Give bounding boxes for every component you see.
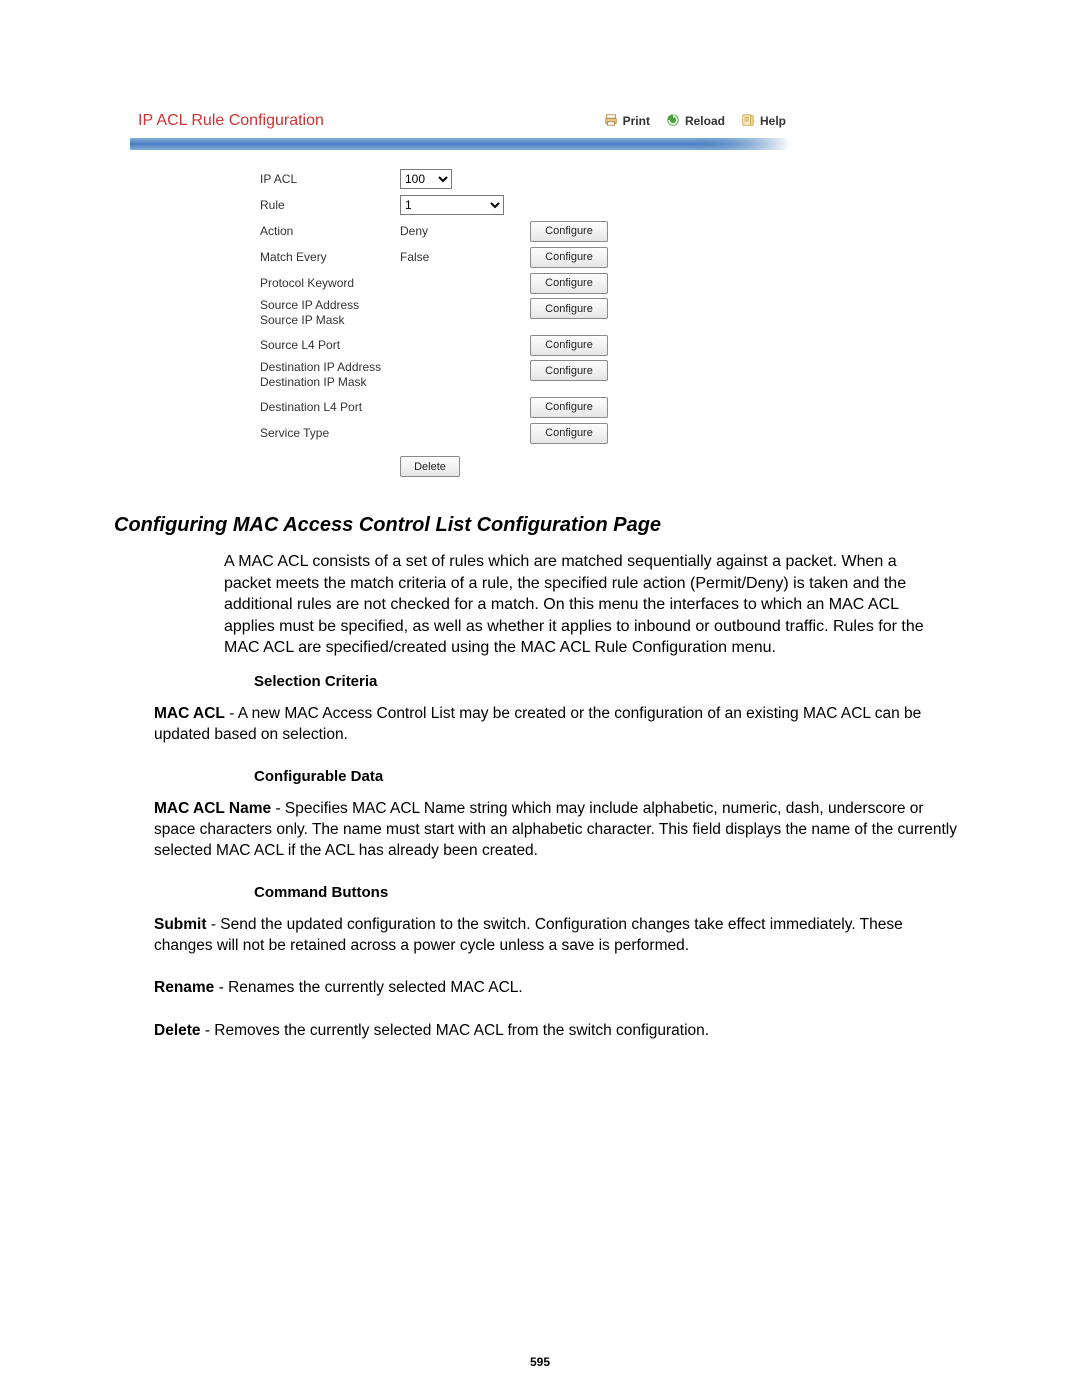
configure-button[interactable]: Configure xyxy=(530,335,608,356)
submit-bold: Submit xyxy=(154,916,207,933)
config-row-button-cell: Configure xyxy=(530,423,640,444)
mac-acl-body: - A new MAC Access Control List may be c… xyxy=(154,705,921,743)
reload-action[interactable]: Reload xyxy=(666,113,725,130)
config-row-label: Match Every xyxy=(260,250,400,265)
rule-label: Rule xyxy=(260,198,400,213)
config-row: ActionDenyConfigure xyxy=(260,218,790,244)
mac-acl-para: MAC ACL - A new MAC Access Control List … xyxy=(154,704,964,746)
selection-criteria-title: Selection Criteria xyxy=(254,673,964,690)
configure-button[interactable]: Configure xyxy=(530,423,608,444)
config-row-label: Action xyxy=(260,224,400,239)
config-row-value: False xyxy=(400,250,530,264)
config-row-button-cell: Configure xyxy=(530,298,640,319)
mac-acl-name-para: MAC ACL Name - Specifies MAC ACL Name st… xyxy=(154,799,964,862)
doc-heading: Configuring MAC Access Control List Conf… xyxy=(114,514,964,537)
rule-select[interactable]: 1 xyxy=(400,195,504,215)
ip-acl-select[interactable]: 100 xyxy=(400,169,452,189)
config-row-label: Destination L4 Port xyxy=(260,400,400,415)
configure-button[interactable]: Configure xyxy=(530,221,608,242)
panel-actions: Print Reload Help xyxy=(604,113,786,130)
config-row-label: Source IP AddressSource IP Mask xyxy=(260,298,400,328)
config-row: Service Type Configure xyxy=(260,420,790,446)
rule-value-cell: 1 xyxy=(400,195,530,215)
reload-label: Reload xyxy=(685,114,725,128)
mac-acl-name-bold: MAC ACL Name xyxy=(154,800,271,817)
command-buttons-title: Command Buttons xyxy=(254,884,964,901)
rename-para: Rename - Renames the currently selected … xyxy=(154,978,964,999)
config-row-label: Destination IP AddressDestination IP Mas… xyxy=(260,360,400,390)
row-ip-acl: IP ACL 100 xyxy=(260,166,790,192)
panel-title: IP ACL Rule Configuration xyxy=(138,112,324,130)
help-label: Help xyxy=(760,114,786,128)
doc-intro: A MAC ACL consists of a set of rules whi… xyxy=(224,551,944,659)
config-row: Destination L4 Port Configure xyxy=(260,394,790,420)
config-row: Protocol Keyword Configure xyxy=(260,270,790,296)
help-icon xyxy=(741,113,755,130)
row-rule: Rule 1 xyxy=(260,192,790,218)
configure-button[interactable]: Configure xyxy=(530,247,608,268)
config-panel: IP ACL Rule Configuration Print Reload xyxy=(130,108,790,489)
config-row: Match EveryFalseConfigure xyxy=(260,244,790,270)
print-action[interactable]: Print xyxy=(604,113,650,130)
page-number: 595 xyxy=(0,1355,1080,1369)
config-row-button-cell: Configure xyxy=(530,397,640,418)
ip-acl-value-cell: 100 xyxy=(400,169,530,189)
rename-body: - Renames the currently selected MAC ACL… xyxy=(214,979,522,996)
config-row: Source IP AddressSource IP Mask Configure xyxy=(260,296,790,332)
config-row: Destination IP AddressDestination IP Mas… xyxy=(260,358,790,394)
config-row-label: Source L4 Port xyxy=(260,338,400,353)
delete-bold: Delete xyxy=(154,1022,201,1039)
mac-acl-bold: MAC ACL xyxy=(154,705,225,722)
mac-acl-name-body: - Specifies MAC ACL Name string which ma… xyxy=(154,800,957,859)
panel-header: IP ACL Rule Configuration Print Reload xyxy=(130,108,790,138)
config-row-label: Protocol Keyword xyxy=(260,276,400,291)
panel-separator-bar xyxy=(130,138,790,150)
rename-bold: Rename xyxy=(154,979,214,996)
submit-para: Submit - Send the updated configuration … xyxy=(154,915,964,957)
submit-body: - Send the updated configuration to the … xyxy=(154,916,903,954)
config-row-button-cell: Configure xyxy=(530,273,640,294)
config-row-button-cell: Configure xyxy=(530,221,640,242)
configure-button[interactable]: Configure xyxy=(530,397,608,418)
config-row-button-cell: Configure xyxy=(530,360,640,381)
doc-section: Configuring MAC Access Control List Conf… xyxy=(114,514,964,1064)
delete-para: Delete - Removes the currently selected … xyxy=(154,1021,964,1042)
help-action[interactable]: Help xyxy=(741,113,786,130)
config-row-label: Service Type xyxy=(260,426,400,441)
configurable-data-title: Configurable Data xyxy=(254,768,964,785)
configure-button[interactable]: Configure xyxy=(530,360,608,381)
config-row-button-cell: Configure xyxy=(530,335,640,356)
reload-icon xyxy=(666,113,680,130)
config-row: Source L4 Port Configure xyxy=(260,332,790,358)
print-label: Print xyxy=(623,114,650,128)
ip-acl-label: IP ACL xyxy=(260,172,400,187)
panel-body: IP ACL 100 Rule 1 ActionDenyConfigureMat… xyxy=(130,150,790,489)
configure-button[interactable]: Configure xyxy=(530,298,608,319)
config-row-value: Deny xyxy=(400,224,530,238)
config-row-button-cell: Configure xyxy=(530,247,640,268)
delete-button[interactable]: Delete xyxy=(400,456,460,477)
print-icon xyxy=(604,113,618,130)
delete-row: Delete xyxy=(260,446,790,477)
delete-body: - Removes the currently selected MAC ACL… xyxy=(201,1022,710,1039)
configure-button[interactable]: Configure xyxy=(530,273,608,294)
